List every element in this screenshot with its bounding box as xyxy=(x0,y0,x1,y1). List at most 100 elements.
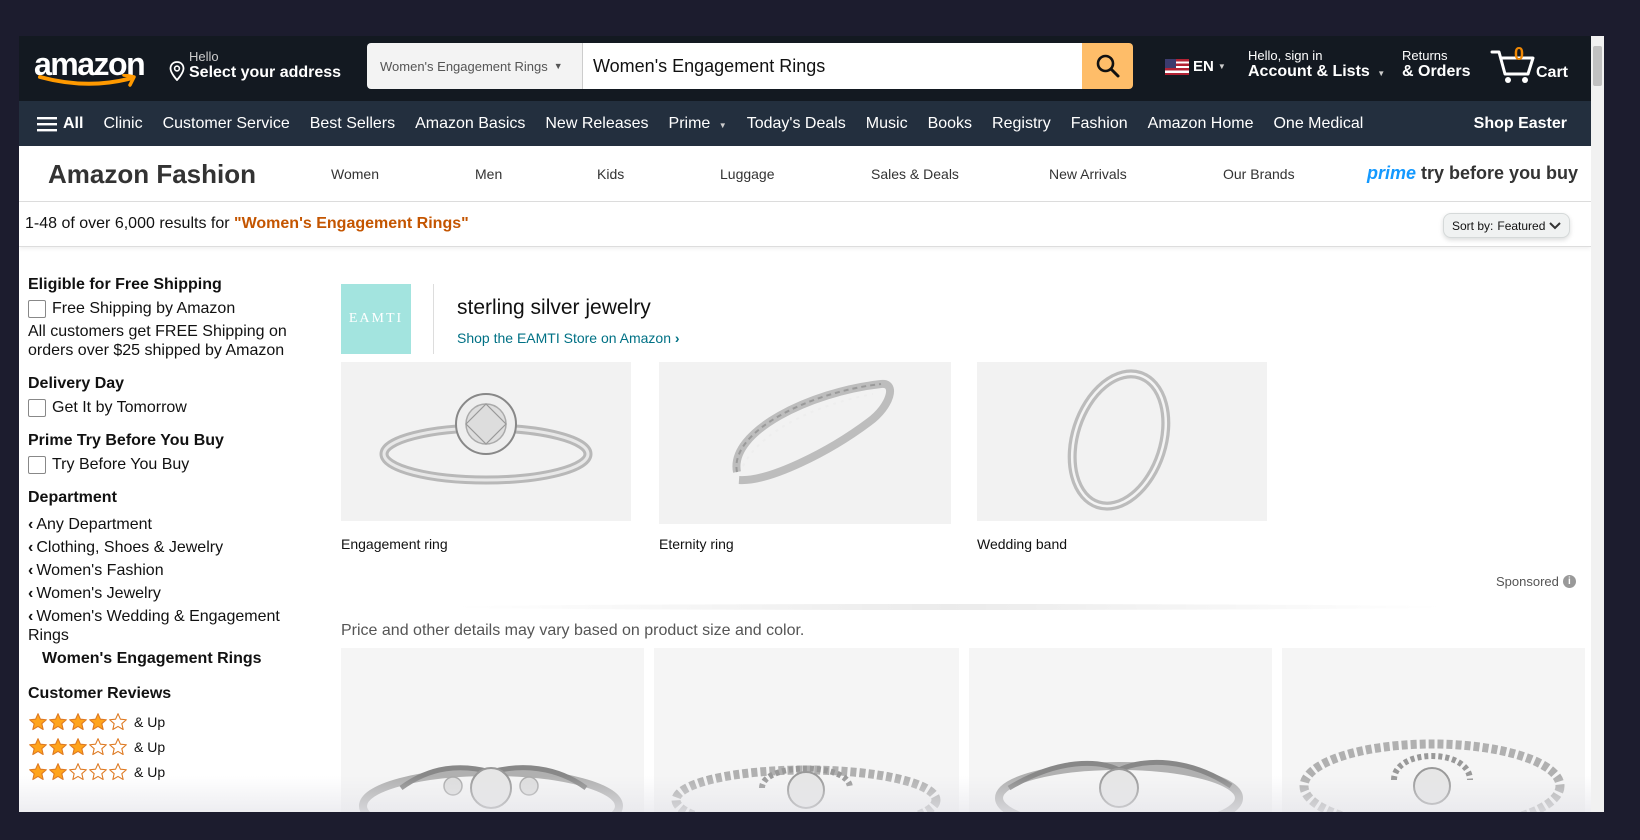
subnav-best-sellers[interactable]: Best Sellers xyxy=(310,115,395,133)
prime-try-before-you-buy-logo[interactable]: prime try before you buy xyxy=(1367,163,1578,184)
results-bar: 1-48 of over 6,000 results for "Women's … xyxy=(19,202,1591,247)
ad-tile-caption[interactable]: Eternity ring xyxy=(659,536,734,552)
vertical-scrollbar[interactable] xyxy=(1591,36,1604,812)
subnav-todays-deals[interactable]: Today's Deals xyxy=(747,115,846,133)
subnav-customer-service[interactable]: Customer Service xyxy=(163,115,290,133)
get-it-tomorrow-checkbox[interactable]: Get It by Tomorrow xyxy=(28,399,308,417)
department-label: Women's Fashion xyxy=(36,562,164,579)
price-disclaimer: Price and other details may vary based o… xyxy=(341,622,805,639)
scrollbar-thumb[interactable] xyxy=(1593,46,1602,86)
department-label: Clothing, Shoes & Jewelry xyxy=(36,539,224,556)
chevron-left-icon: ‹ xyxy=(28,516,34,533)
subnav-clinic[interactable]: Clinic xyxy=(103,115,142,133)
department-link[interactable]: ‹ Women's Jewelry xyxy=(28,582,308,605)
account-menu[interactable]: Hello, sign in Account & Lists ▼ xyxy=(1248,48,1385,81)
fashion-kids[interactable]: Kids xyxy=(597,166,624,182)
ad-tile-eternity-ring[interactable] xyxy=(659,362,951,524)
cart-button[interactable]: 0 Cart xyxy=(1490,44,1580,89)
subnav-prime[interactable]: Prime ▼ xyxy=(669,115,727,133)
fashion-our-brands[interactable]: Our Brands xyxy=(1223,166,1295,182)
department-label: Any Department xyxy=(36,516,152,533)
info-icon: i xyxy=(1562,575,1576,588)
cart-icon xyxy=(1490,50,1535,83)
section-divider xyxy=(449,604,1449,610)
subnav-books[interactable]: Books xyxy=(928,115,972,133)
search-icon xyxy=(1096,54,1119,78)
department-link[interactable]: ‹ Any Department xyxy=(28,513,308,536)
star-rating-icon xyxy=(28,737,128,757)
sub-nav: All Clinic Customer Service Best Sellers… xyxy=(19,101,1591,146)
delivery-day-filter: Delivery Day Get It by Tomorrow xyxy=(28,375,308,417)
prime-word: prime xyxy=(1367,163,1417,183)
department-link[interactable]: ‹ Clothing, Shoes & Jewelry xyxy=(28,536,308,559)
all-menu-button[interactable]: All xyxy=(37,115,83,133)
free-shipping-note: All customers get FREE Shipping on order… xyxy=(28,323,287,359)
search-button[interactable] xyxy=(1082,43,1133,89)
subnav-one-medical[interactable]: One Medical xyxy=(1273,115,1363,133)
language-selector[interactable]: EN ▼ xyxy=(1165,58,1226,75)
search-category-dropdown[interactable]: Women's Engagement Rings ▼ xyxy=(367,43,583,89)
subnav-music[interactable]: Music xyxy=(866,115,908,133)
subnav-new-releases[interactable]: New Releases xyxy=(545,115,648,133)
eamti-logo[interactable]: EAMTI xyxy=(341,284,411,354)
search-input[interactable] xyxy=(583,43,1082,89)
review-rows: & Up & Up & Up xyxy=(28,709,308,784)
review-filter-row[interactable]: & Up xyxy=(28,734,308,759)
fashion-nav: Amazon Fashion Women Men Kids Luggage Sa… xyxy=(19,146,1591,202)
orders-label: & Orders xyxy=(1402,63,1471,80)
ring-image xyxy=(379,393,593,485)
sort-value: Featured xyxy=(1497,218,1546,233)
free-shipping-checkbox[interactable]: Free Shipping by Amazon xyxy=(28,300,308,318)
subnav-amazon-home[interactable]: Amazon Home xyxy=(1148,115,1254,133)
amazon-logo[interactable]: amazon xyxy=(34,48,150,90)
cart-count: 0 xyxy=(1514,44,1525,64)
ad-tile-wedding-band[interactable] xyxy=(977,362,1267,521)
smile-arrow-icon xyxy=(38,74,136,87)
try-before-you-buy-checkbox[interactable]: Try Before You Buy xyxy=(28,456,308,474)
fashion-new-arrivals[interactable]: New Arrivals xyxy=(1049,166,1127,182)
fashion-men[interactable]: Men xyxy=(475,166,502,182)
department-link[interactable]: ‹ Women's Wedding & Engagement Rings xyxy=(28,607,308,645)
department-filter: Department ‹ Any Department ‹ Clothing, Sh… xyxy=(28,489,308,670)
ad-tile-engagement-ring[interactable] xyxy=(341,362,631,521)
all-label: All xyxy=(63,114,84,132)
fashion-luggage[interactable]: Luggage xyxy=(720,166,775,182)
caret-down-icon: ▼ xyxy=(553,61,563,71)
location-pin-icon xyxy=(169,61,185,81)
ad-headline[interactable]: sterling silver jewelry xyxy=(457,296,651,320)
deliver-greeting: Hello xyxy=(189,49,219,64)
shop-easter-link[interactable]: Shop Easter xyxy=(1474,115,1567,133)
amazon-search-page: amazon Hello Select your address Women's… xyxy=(19,36,1591,812)
review-filter-row[interactable]: & Up xyxy=(28,709,308,734)
subnav-prime-label: Prime xyxy=(668,114,711,132)
bottom-fade xyxy=(19,776,1591,812)
checkbox-icon xyxy=(28,300,46,318)
fashion-sales-deals[interactable]: Sales & Deals xyxy=(871,166,959,182)
sort-dropdown[interactable]: Sort by: Featured xyxy=(1443,213,1571,238)
deliver-address: Select your address xyxy=(189,64,342,81)
get-it-tomorrow-label: Get It by Tomorrow xyxy=(52,399,187,416)
ad-tile-caption[interactable]: Wedding band xyxy=(977,536,1067,552)
prime-try-filter: Prime Try Before You Buy Try Before You … xyxy=(28,432,308,474)
ring-image xyxy=(732,380,894,485)
checkbox-icon xyxy=(28,399,46,417)
free-shipping-heading: Eligible for Free Shipping xyxy=(28,276,222,293)
department-link[interactable]: ‹ Women's Fashion xyxy=(28,559,308,582)
subnav-fashion[interactable]: Fashion xyxy=(1071,115,1128,133)
ad-tile-caption[interactable]: Engagement ring xyxy=(341,536,448,552)
search-category-label: Women's Engagement Rings xyxy=(380,58,548,74)
account-label: Account & Lists xyxy=(1248,63,1370,80)
prime-try-heading: Prime Try Before You Buy xyxy=(28,432,224,449)
subnav-registry[interactable]: Registry xyxy=(992,115,1051,133)
subnav-amazon-basics[interactable]: Amazon Basics xyxy=(415,115,525,133)
store-link[interactable]: Shop the EAMTI Store on Amazon › xyxy=(457,330,680,346)
top-nav: amazon Hello Select your address Women's… xyxy=(19,36,1591,101)
results-query: "Women's Engagement Rings" xyxy=(234,215,469,232)
returns-orders[interactable]: Returns & Orders xyxy=(1402,48,1470,81)
sponsored-label[interactable]: Sponsored i xyxy=(1496,574,1576,589)
caret-down-icon: ▼ xyxy=(1377,69,1386,78)
fashion-brand[interactable]: Amazon Fashion xyxy=(48,159,256,190)
caret-down-icon: ▼ xyxy=(718,120,727,130)
department-heading: Department xyxy=(28,489,117,506)
fashion-women[interactable]: Women xyxy=(331,166,379,182)
